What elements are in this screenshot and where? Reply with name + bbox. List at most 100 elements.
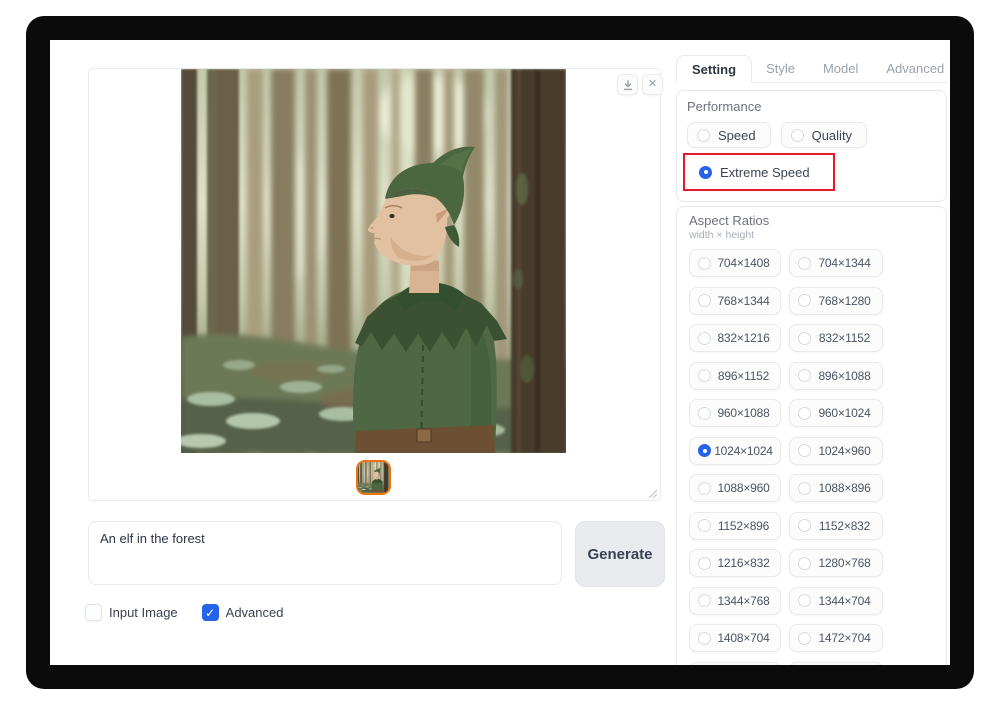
radio-icon [798, 444, 811, 457]
aspect-ratios-subtitle: width × height [689, 229, 755, 241]
thumbnail-image [358, 462, 388, 492]
resize-handle-icon[interactable] [647, 488, 657, 498]
radio-icon [698, 631, 711, 645]
aspect-ratio-option[interactable]: 1024×960 [789, 436, 883, 465]
aspect-ratio-grid: 704×1408 704×1344 768×1344 768×1280 832×… [689, 249, 934, 665]
aspect-ratio-option[interactable]: 1472×704 [789, 624, 883, 652]
extreme-speed-highlight-box: Extreme Speed [683, 153, 835, 191]
aspect-ratio-option[interactable]: 1280×768 [789, 549, 883, 577]
aspect-ratio-option[interactable]: 896×1152 [689, 361, 781, 390]
radio-icon [698, 556, 711, 570]
aspect-ratio-label: 960×1088 [717, 406, 770, 420]
radio-icon [697, 128, 710, 142]
close-icon: ✕ [647, 78, 658, 90]
advanced-checkbox[interactable]: ✓ [201, 604, 219, 621]
radio-icon-selected [698, 444, 711, 457]
performance-options: Speed Quality [687, 122, 936, 148]
aspect-ratio-option[interactable]: 1344×768 [689, 586, 781, 615]
performance-group: Performance Speed Quality Extreme Speed [676, 90, 947, 202]
aspect-ratio-option[interactable]: 704×1344 [789, 249, 883, 277]
aspect-ratio-label: 1024×960 [818, 443, 871, 458]
input-image-label: Input Image [109, 605, 178, 620]
radio-icon [798, 631, 811, 645]
screenshot-stage: ✕ An elf in the forest Generate Input Im… [0, 0, 1000, 708]
aspect-ratio-option[interactable]: 1088×896 [789, 474, 883, 502]
prompt-input[interactable]: An elf in the forest [88, 521, 562, 585]
performance-title: Performance [687, 99, 762, 114]
aspect-ratio-option[interactable]: 896×1088 [789, 361, 883, 390]
aspect-ratio-label: 960×1024 [818, 406, 871, 420]
aspect-ratio-label: 1152×896 [717, 518, 770, 533]
aspect-ratio-label: 896×1152 [717, 368, 770, 383]
aspect-ratio-option[interactable]: 1088×960 [689, 474, 781, 502]
radio-icon [798, 519, 811, 532]
aspect-ratio-option[interactable]: 1152×896 [689, 511, 781, 540]
aspect-ratio-option-partial[interactable] [689, 661, 781, 665]
radio-icon [798, 406, 811, 420]
aspect-ratio-label: 704×1344 [818, 256, 871, 270]
performance-option-speed[interactable]: Speed [687, 122, 771, 148]
check-icon: ✓ [205, 605, 216, 620]
generate-button[interactable]: Generate [575, 521, 665, 587]
radio-icon [790, 128, 804, 142]
aspect-ratio-label: 1216×832 [717, 556, 770, 570]
radio-icon [798, 256, 811, 270]
generated-image[interactable] [181, 69, 566, 453]
aspect-ratio-option[interactable]: 704×1408 [689, 249, 781, 277]
performance-label: Extreme Speed [720, 164, 810, 180]
input-image-checkbox[interactable] [85, 604, 102, 621]
radio-icon [698, 256, 711, 270]
radio-icon [798, 556, 811, 570]
close-button[interactable]: ✕ [642, 74, 663, 95]
aspect-ratio-option[interactable]: 832×1152 [789, 324, 883, 352]
aspect-ratio-option[interactable]: 960×1024 [789, 399, 883, 427]
tab-setting[interactable]: Setting [676, 55, 753, 83]
tab-bar: Setting Style Model Advanced [676, 54, 947, 83]
radio-icon [798, 594, 811, 607]
advanced-label: Advanced [225, 605, 284, 620]
radio-icon [798, 369, 811, 382]
aspect-ratio-label: 1344×768 [717, 593, 770, 608]
radio-icon [698, 519, 711, 532]
radio-icon [798, 481, 811, 495]
radio-icon [798, 331, 811, 345]
tab-advanced[interactable]: Advanced [872, 54, 950, 82]
radio-icon [798, 294, 811, 307]
download-button[interactable] [617, 74, 638, 95]
aspect-ratio-option[interactable]: 768×1280 [789, 286, 883, 315]
aspect-ratio-label: 1024×1024 [714, 443, 773, 458]
performance-label: Speed [718, 127, 756, 143]
aspect-ratio-option[interactable]: 1216×832 [689, 549, 781, 577]
aspect-ratio-option[interactable]: 1152×832 [789, 511, 883, 540]
aspect-ratio-label: 1088×960 [717, 481, 770, 495]
aspect-ratio-option[interactable]: 1344×704 [789, 586, 883, 615]
aspect-ratio-label: 896×1088 [818, 368, 871, 383]
aspect-ratio-option-selected[interactable]: 1024×1024 [689, 436, 781, 465]
aspect-ratio-option[interactable]: 832×1216 [689, 324, 781, 352]
performance-option-quality[interactable]: Quality [780, 122, 868, 148]
performance-option-extreme-speed[interactable]: Extreme Speed [690, 159, 824, 185]
aspect-ratio-option-partial[interactable] [789, 661, 883, 665]
aspect-ratio-label: 1408×704 [717, 631, 770, 645]
aspect-ratio-label: 768×1344 [717, 293, 770, 308]
aspect-ratio-option[interactable]: 960×1088 [689, 399, 781, 427]
app-window-frame: ✕ An elf in the forest Generate Input Im… [26, 16, 974, 689]
performance-label: Quality [811, 127, 853, 143]
thumbnail-selected[interactable] [356, 460, 391, 495]
radio-icon-selected [699, 165, 712, 179]
aspect-ratio-label: 704×1408 [717, 256, 770, 270]
radio-icon [698, 331, 711, 345]
options-row: Input Image ✓ Advanced [85, 604, 283, 621]
app-content: ✕ An elf in the forest Generate Input Im… [50, 40, 950, 665]
aspect-ratio-label: 1088×896 [818, 481, 871, 495]
aspect-ratio-option[interactable]: 768×1344 [689, 286, 781, 315]
aspect-ratio-label: 832×1216 [717, 331, 770, 345]
radio-icon [698, 481, 711, 495]
tab-model[interactable]: Model [809, 54, 872, 82]
download-icon [623, 79, 632, 90]
aspect-ratio-option[interactable]: 1408×704 [689, 624, 781, 652]
image-gallery: ✕ [88, 68, 663, 501]
aspect-ratio-label: 1472×704 [818, 631, 871, 645]
radio-icon [698, 294, 711, 307]
tab-style[interactable]: Style [752, 54, 809, 82]
